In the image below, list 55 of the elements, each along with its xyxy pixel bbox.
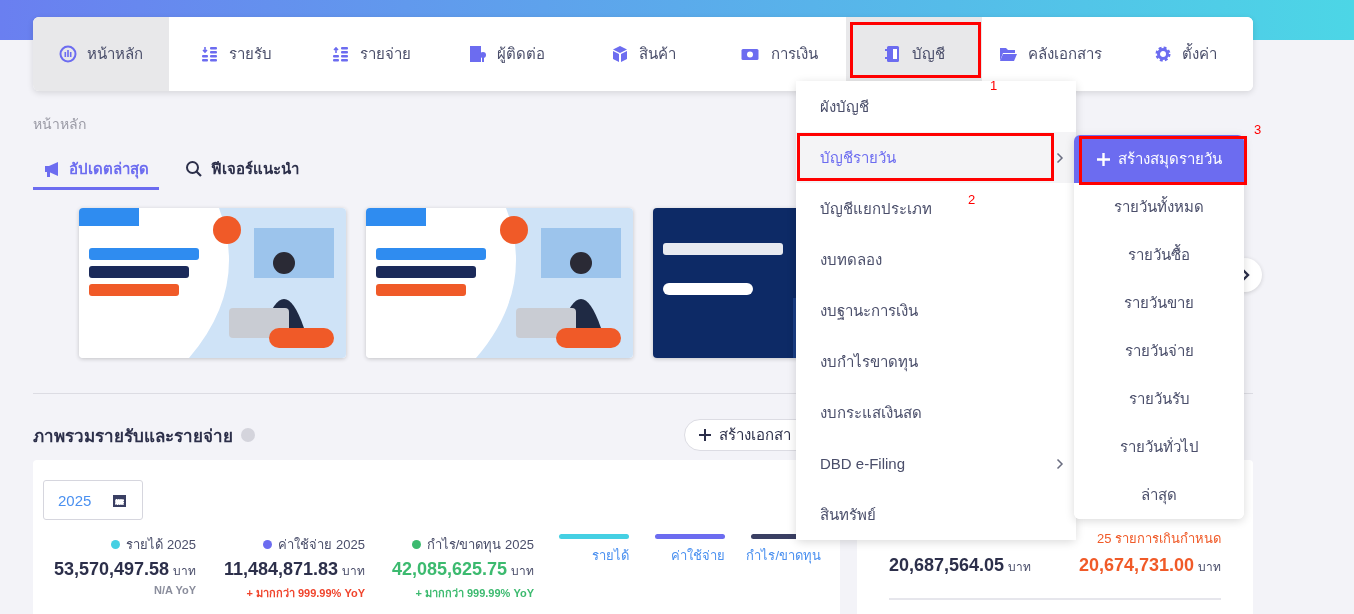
change-text: N/A YoY (154, 584, 196, 596)
plus-icon (1096, 152, 1110, 166)
stat-label: รายได้ 2025 (126, 536, 196, 554)
nav-item[interactable]: หน้าหลัก (33, 17, 169, 91)
coins-icon (200, 45, 219, 63)
currency-label: บาท (342, 563, 365, 580)
nav-item[interactable]: ผู้ติดต่อ (439, 17, 576, 91)
folder-icon (997, 45, 1018, 63)
nav-item[interactable]: สินค้า (575, 17, 711, 91)
chevron-icon (1056, 151, 1064, 164)
stat-label: กำไร/ขาดทุน 2025 (426, 536, 534, 555)
submenu-item[interactable]: รายวันทั้งหมด (1074, 183, 1244, 231)
currency-label: บาท (173, 563, 196, 580)
submenu-item[interactable]: รายวันซื้อ (1074, 231, 1244, 279)
stat-amount: 53,570,497.58 (53, 559, 169, 580)
nav-item[interactable]: รายรับ (168, 17, 305, 91)
step-number: 1 (990, 78, 998, 93)
nav-item[interactable]: ตั้งค่า (1117, 17, 1253, 91)
submenu-item[interactable]: รายวันจ่าย (1074, 327, 1244, 375)
submenu-item[interactable]: ล่าสุด (1074, 471, 1244, 519)
menu-item[interactable]: สินทรัพย์ (796, 489, 1076, 540)
cube-icon (610, 45, 629, 63)
amount-text: 20,687,564.05 (889, 555, 1005, 576)
tab[interactable]: ฟีเจอร์แนะนำ (175, 153, 309, 190)
book-icon (883, 45, 902, 63)
section-title: ภาพรวมรายรับและรายจ่าย (33, 425, 233, 448)
overdue-note: 25 รายการเกินกำหนด (1095, 530, 1221, 548)
coins-icon (332, 45, 351, 63)
step-number: 2 (968, 192, 976, 207)
stat-amount: 42,085,625.75 (391, 559, 507, 580)
currency-label: บาท (1198, 559, 1221, 576)
currency-label: บาท (511, 563, 534, 580)
search-icon (185, 160, 203, 178)
settings-icon (1153, 45, 1172, 63)
megaphone-icon (43, 160, 61, 178)
step-number: 3 (1254, 122, 1262, 137)
stat-amount: 11,484,871.83 (223, 559, 338, 580)
submenu-item[interactable]: รายวันขาย (1074, 279, 1244, 327)
tab[interactable]: อัปเดตล่าสุด (33, 153, 159, 190)
building-icon (469, 45, 488, 63)
amount-text: 20,674,731.00 (1078, 555, 1194, 576)
change-text: + มากกว่า 999.99% YoY (246, 586, 365, 601)
breadcrumb: หน้าหลัก (33, 115, 87, 134)
change-text: + มากกว่า 999.99% YoY (415, 586, 534, 601)
submenu-item[interactable]: รายวันรับ (1074, 375, 1244, 423)
create-journal-button[interactable]: สร้างสมุดรายวัน (1074, 135, 1244, 183)
chevron-icon (1056, 457, 1064, 470)
stat-label: ค่าใช้จ่าย 2025 (278, 536, 365, 554)
nav-item[interactable]: รายจ่าย (304, 17, 440, 91)
plus-icon (699, 429, 711, 441)
currency-label: บาท (1008, 559, 1032, 576)
nav-item[interactable]: การเงิน (710, 17, 847, 91)
gauge-icon (58, 45, 77, 63)
submenu-item[interactable]: รายวันทั่วไป (1074, 423, 1244, 471)
calendar-icon (113, 493, 127, 507)
